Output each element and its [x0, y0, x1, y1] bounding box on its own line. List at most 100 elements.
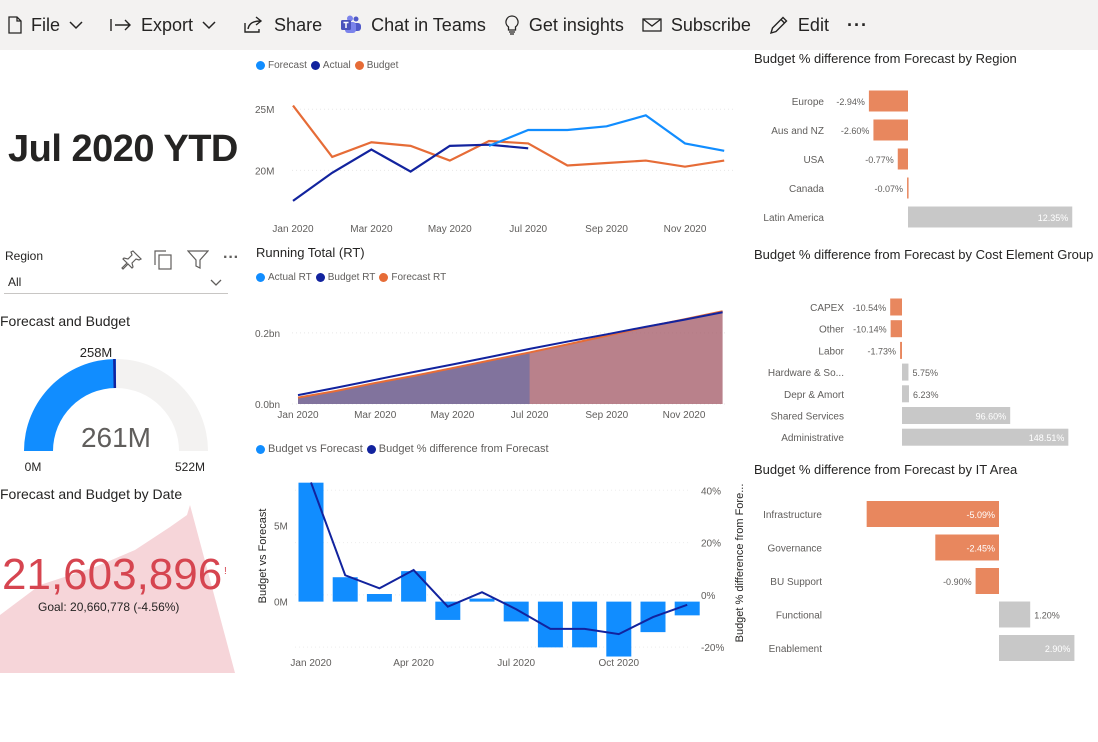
more-options-icon[interactable]: ···	[223, 249, 239, 267]
x-tick-label: Jan 2020	[272, 224, 314, 235]
legend-label: Forecast RT	[391, 272, 447, 283]
x-tick-label: Mar 2020	[354, 410, 397, 421]
gauge-target-label: 258M	[80, 345, 113, 360]
running-total-area-chart: 0.2bn 0.0bnJan 2020 Mar 2020 May 2020 Jul 20…	[255, 310, 725, 421]
share-icon	[244, 16, 263, 33]
filter-icon[interactable]	[187, 250, 209, 270]
x-tick-label: Apr 2020	[393, 658, 434, 669]
region-dropdown[interactable]: All	[4, 271, 228, 294]
y-right-tick-label: 20%	[701, 539, 721, 550]
chevron-down-icon	[210, 279, 222, 286]
y-right-tick-label: 0%	[701, 591, 716, 602]
kpi-goal: Goal: 20,660,778 (-4.56%)	[38, 600, 180, 614]
category-label: Latin America	[763, 213, 824, 224]
line-chart-legend: Forecast Actual Budget	[256, 60, 402, 71]
legend-label: Forecast	[268, 60, 307, 71]
x-tick-label: Jul 2020	[511, 410, 549, 421]
category-label: USA	[803, 155, 824, 166]
kpi-warning-icon: !	[224, 566, 227, 577]
legend-item-budget[interactable]: Budget	[354, 60, 399, 71]
teams-label: Chat in Teams	[371, 14, 486, 35]
category-label: Functional	[776, 611, 822, 622]
subscribe-label: Subscribe	[670, 14, 751, 35]
page-title: Jul 2020 YTD	[8, 128, 238, 170]
export-label: Export	[141, 14, 194, 35]
legend-item-forecast-rt[interactable]: Forecast RT	[379, 272, 446, 283]
rt-chart-legend: Actual RT Budget RT Forecast RT	[256, 272, 450, 283]
action-bar: File Export Share Chat in Teams Get insi…	[0, 0, 1098, 50]
file-icon	[8, 16, 22, 34]
y-left-tick-label: 5M	[274, 521, 288, 532]
data-label: -5.09%	[966, 510, 995, 520]
pin-icon[interactable]	[121, 249, 143, 271]
insights-label: Get insights	[528, 14, 624, 35]
chevron-down-icon	[202, 20, 216, 29]
category-label: Enablement	[769, 644, 823, 655]
legend-item-budget-rt[interactable]: Budget RT	[315, 272, 375, 283]
bar	[890, 320, 902, 338]
share-button[interactable]: Share	[234, 0, 331, 50]
chat-in-teams-button[interactable]: Chat in Teams	[331, 0, 495, 50]
region-chart-title: Budget % difference from Forecast by Reg…	[754, 51, 1017, 66]
legend-item-actual-rt[interactable]: Actual RT	[256, 272, 312, 283]
slicer-label: Region	[5, 249, 44, 263]
category-label: Aus and NZ	[771, 126, 824, 137]
bar	[999, 601, 1031, 628]
y-right-tick-label: -20%	[701, 643, 724, 654]
data-label: -1.73%	[868, 346, 897, 356]
legend-label: Actual	[322, 60, 351, 71]
bar	[975, 568, 999, 594]
kpi-value: 21,603,896	[2, 550, 223, 599]
bar	[902, 385, 909, 403]
chevron-down-icon	[69, 20, 83, 29]
bar	[897, 148, 908, 170]
budget-vs-forecast-combo-chart: 5M 0M 40% 20% 0% -20% Jan 2020 Apr 2020 Jul 2020…	[257, 482, 746, 669]
bar	[902, 363, 909, 381]
more-options-icon: ···	[846, 14, 868, 35]
combo-chart-legend: Budget vs Forecast Budget % difference f…	[256, 443, 553, 455]
legend-label: Budget	[366, 60, 399, 71]
x-tick-label: Nov 2020	[664, 224, 707, 235]
get-insights-button[interactable]: Get insights	[495, 0, 633, 50]
file-label: File	[31, 14, 61, 35]
data-label: 5.75%	[912, 368, 938, 378]
legend-item-forecast[interactable]: Forecast	[256, 60, 307, 71]
category-label: Canada	[789, 184, 824, 195]
data-label: -10.14%	[853, 325, 887, 335]
category-label: Labor	[818, 346, 844, 357]
bar	[332, 577, 358, 602]
data-label: -2.60%	[841, 126, 870, 136]
data-label: -2.45%	[966, 544, 995, 554]
y-tick-label: 0.0bn	[255, 400, 280, 411]
bar	[435, 601, 461, 620]
gauge-value-label: 261M	[81, 422, 151, 453]
y-tick-label: 20M	[255, 166, 274, 177]
x-tick-label: Oct 2020	[599, 658, 640, 669]
copy-icon[interactable]	[153, 249, 173, 271]
subscribe-button[interactable]: Subscribe	[633, 0, 760, 50]
series-line-forecast	[488, 114, 725, 152]
gauge-min-label: 0M	[25, 460, 42, 474]
data-label: 6.23%	[913, 390, 939, 400]
region-bar-chart: Europe -2.94% Aus and NZ -2.60% USA -0.77% Can…	[763, 90, 1073, 228]
gauge-target-marker	[113, 358, 117, 389]
legend-item-budget-pct-diff[interactable]: Budget % difference from Forecast	[366, 443, 549, 455]
more-options-button[interactable]: ···	[838, 0, 877, 50]
legend-label: Actual RT	[268, 272, 312, 283]
cost-element-chart-title: Budget % difference from Forecast by Cos…	[754, 246, 1098, 263]
file-menu[interactable]: File	[0, 0, 101, 50]
category-label: CAPEX	[810, 303, 844, 314]
legend-item-budget-vs-forecast[interactable]: Budget vs Forecast	[256, 443, 363, 455]
forecast-actual-budget-line-chart: 25M 20M Jan 2020 Mar 2020 May 2020 Jul 2020 Se…	[255, 104, 735, 235]
export-menu[interactable]: Export	[101, 0, 234, 50]
legend-item-actual[interactable]: Actual	[310, 60, 351, 71]
x-tick-label: Mar 2020	[350, 224, 393, 235]
gauge-chart: 258M 261M 0M 522M	[24, 345, 208, 474]
bar	[469, 598, 495, 602]
category-label: Europe	[792, 97, 825, 108]
cost-element-chart-title-text: Budget % difference from Forecast by Cos…	[754, 247, 1094, 262]
bar	[298, 482, 324, 602]
category-label: BU Support	[770, 577, 822, 588]
edit-button[interactable]: Edit	[760, 0, 838, 50]
teams-icon	[341, 15, 362, 33]
